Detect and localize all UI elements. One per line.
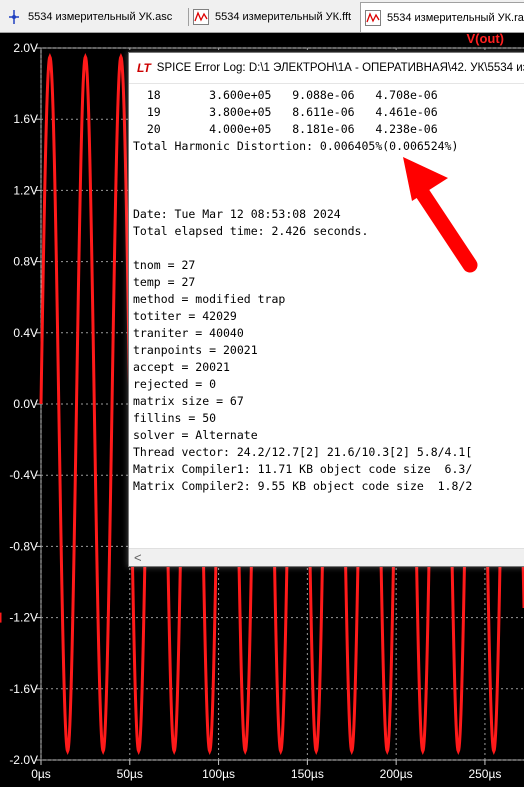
tab-raw[interactable]: 5534 измерительный УК.ra [360, 2, 524, 32]
log-line: 20 4.000e+05 8.181e-06 4.238e-06 [133, 122, 438, 136]
x-tick-label: 0µs [31, 767, 51, 781]
y-tick-label: -0.4V [9, 468, 38, 482]
tab-label: 5534 измерительный УК.fft [215, 11, 352, 23]
y-tick-label: -1.6V [9, 682, 38, 696]
tab-schematic[interactable]: 5534 измерительный УК.asc [6, 4, 172, 30]
log-line: Matrix Compiler1: 11.71 KB object code s… [133, 462, 473, 476]
log-line: Thread vector: 24.2/12.7[2] 21.6/10.3[2]… [133, 445, 473, 459]
waveform-icon [193, 9, 209, 25]
log-text[interactable]: 18 3.600e+05 9.088e-06 4.708e-06 19 3.80… [133, 87, 472, 495]
window-titlebar[interactable]: LT SPICE Error Log: D:\1 ЭЛЕКТРОН\1А - О… [129, 53, 524, 84]
trace-label[interactable]: V(out) [466, 31, 504, 46]
log-line: matrix size = 67 [133, 394, 244, 408]
x-tick-label: 50µs [117, 767, 143, 781]
x-tick-label: 100µs [202, 767, 235, 781]
y-tick-label: -2.0V [9, 753, 38, 767]
tab-label: 5534 измерительный УК.asc [28, 11, 173, 23]
schematic-icon [6, 9, 22, 25]
spice-error-log-window[interactable]: LT SPICE Error Log: D:\1 ЭЛЕКТРОН\1А - О… [128, 52, 524, 567]
x-tick-label: 150µs [291, 767, 324, 781]
document-tab-bar: 5534 измерительный УК.asc 5534 измерител… [0, 0, 524, 33]
horizontal-scrollbar[interactable]: < [129, 548, 524, 566]
y-tick-label: 1.2V [13, 183, 38, 197]
log-line: fillins = 50 [133, 411, 217, 425]
log-line: totiter = 42029 [133, 309, 237, 323]
scroll-left-icon[interactable]: < [134, 550, 142, 565]
log-line: Matrix Compiler2: 9.55 KB object code si… [133, 479, 473, 493]
window-title: SPICE Error Log: D:\1 ЭЛЕКТРОН\1А - ОПЕР… [156, 62, 524, 74]
y-tick-label: 1.6V [13, 112, 38, 126]
ltspice-logo-icon: LT [137, 61, 151, 75]
x-tick-label: 200µs [380, 767, 413, 781]
y-tick-label: -1.2V [9, 611, 38, 625]
y-tick-label: 0.4V [13, 326, 38, 340]
y-tick-label: 0.0V [13, 397, 38, 411]
log-line: 19 3.800e+05 8.611e-06 4.461e-06 [133, 105, 438, 119]
log-line: tranpoints = 20021 [133, 343, 258, 357]
log-line: rejected = 0 [133, 377, 217, 391]
log-line: solver = Alternate [133, 428, 258, 442]
waveform-icon [365, 10, 381, 26]
x-tick-label: 250µs [468, 767, 501, 781]
log-line: method = modified trap [133, 292, 286, 306]
annotation-arrow-icon [403, 157, 478, 273]
tab-label: 5534 измерительный УК.ra [387, 12, 524, 24]
log-line: 18 3.600e+05 9.088e-06 4.708e-06 [133, 88, 438, 102]
y-tick-label: -0.8V [9, 539, 38, 553]
y-tick-label: 0.8V [13, 255, 38, 269]
log-line: accept = 20021 [133, 360, 230, 374]
tab-fft[interactable]: 5534 измерительный УК.fft [193, 4, 351, 30]
log-line: traniter = 40040 [133, 326, 244, 340]
y-tick-label: 2.0V [13, 41, 38, 55]
